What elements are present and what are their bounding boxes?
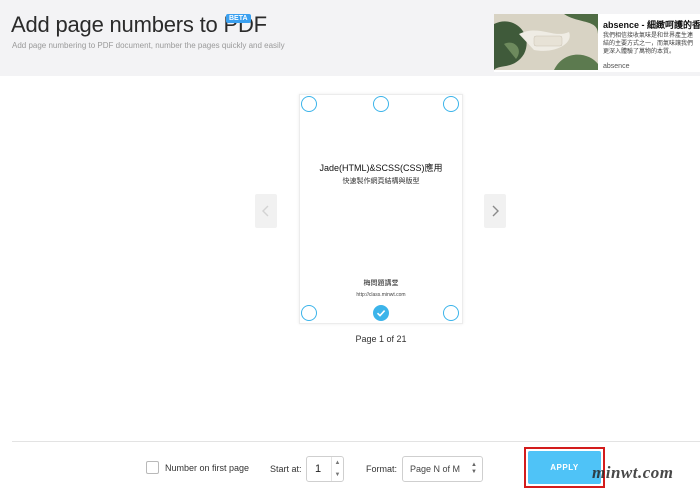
- doc-title: Jade(HTML)&SCSS(CSS)應用: [319, 163, 443, 173]
- ad-image[interactable]: [494, 14, 598, 70]
- apply-button[interactable]: APPLY: [528, 451, 601, 484]
- next-page-button[interactable]: [484, 194, 506, 228]
- ad-banner[interactable]: absence - 細緻呵護的香氛 我們相信接收氣味是和世界產生連結的主要方式之…: [494, 14, 700, 72]
- ad-body: 我們相信接收氣味是和世界產生連結的主要方式之一，而氣味讓我們更深入體驗了萬物的本…: [603, 33, 694, 55]
- position-top-right[interactable]: [443, 96, 459, 112]
- ad-title[interactable]: absence - 細緻呵護的香氛: [603, 18, 700, 31]
- doc-subtitle: 快速製作網頁結構與版型: [342, 178, 420, 185]
- position-bottom-left[interactable]: [301, 305, 317, 321]
- page-indicator: Page 1 of 21: [355, 334, 407, 344]
- doc-url: http://class.minwt.com: [356, 292, 406, 298]
- checkmark-icon: [376, 310, 386, 317]
- beta-badge: BETA: [226, 14, 251, 23]
- page-preview: Jade(HTML)&SCSS(CSS)應用 快速製作網頁結構與版型 梅問題講堂…: [299, 94, 463, 324]
- select-arrows-icon: ▲ ▼: [471, 462, 477, 475]
- step-up-icon[interactable]: ▲: [332, 457, 343, 469]
- position-bottom-center[interactable]: [373, 305, 389, 321]
- step-down-icon[interactable]: ▼: [332, 469, 343, 481]
- start-at-stepper[interactable]: ▲ ▼: [331, 457, 343, 481]
- watermark: minwt.com: [592, 463, 674, 482]
- page-subtitle: Add page numbering to PDF document, numb…: [12, 41, 285, 50]
- first-page-label[interactable]: Number on first page: [165, 463, 249, 473]
- chevron-left-icon: [262, 205, 269, 217]
- format-label: Format:: [366, 464, 398, 474]
- start-at-input[interactable]: 1 ▲ ▼: [306, 456, 344, 482]
- divider: [12, 441, 700, 442]
- chevron-right-icon: [492, 205, 499, 217]
- start-at-label: Start at:: [270, 464, 302, 474]
- ad-brand: absence: [603, 63, 630, 70]
- prev-page-button[interactable]: [255, 194, 277, 228]
- position-bottom-right[interactable]: [443, 305, 459, 321]
- position-top-left[interactable]: [301, 96, 317, 112]
- app-page: Add page numbers to PDF BETA Add page nu…: [0, 0, 700, 490]
- format-select[interactable]: Page N of M ▲ ▼: [402, 456, 483, 482]
- start-at-value[interactable]: 1: [315, 463, 321, 475]
- first-page-checkbox[interactable]: [146, 461, 159, 474]
- doc-author: 梅問題講堂: [363, 280, 399, 287]
- header: Add page numbers to PDF BETA Add page nu…: [0, 0, 700, 76]
- first-page-option[interactable]: Number on first page: [146, 461, 249, 474]
- position-top-center[interactable]: [373, 96, 389, 112]
- format-value[interactable]: Page N of M: [410, 464, 460, 474]
